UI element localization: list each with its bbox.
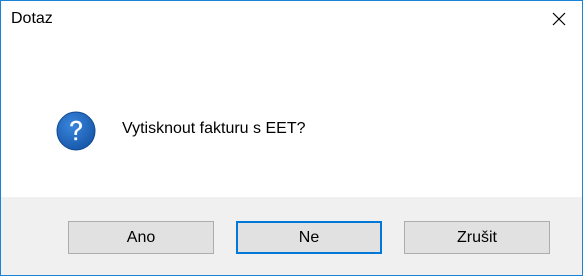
question-icon xyxy=(56,111,96,151)
window-title: Dotaz xyxy=(11,10,53,27)
close-icon xyxy=(551,11,567,27)
button-bar: Ano Ne Zrušit xyxy=(1,197,582,275)
close-button[interactable] xyxy=(536,1,582,37)
yes-button[interactable]: Ano xyxy=(68,221,214,254)
title-bar[interactable]: Dotaz xyxy=(1,1,582,37)
dialog-content: Vytisknout fakturu s EET? xyxy=(1,37,582,197)
dialog-message: Vytisknout fakturu s EET? xyxy=(122,120,306,137)
question-dialog: Dotaz Vytisknout fakturu s EET? Ano Ne Z… xyxy=(0,0,583,276)
no-button[interactable]: Ne xyxy=(236,221,382,254)
cancel-button[interactable]: Zrušit xyxy=(404,221,550,254)
